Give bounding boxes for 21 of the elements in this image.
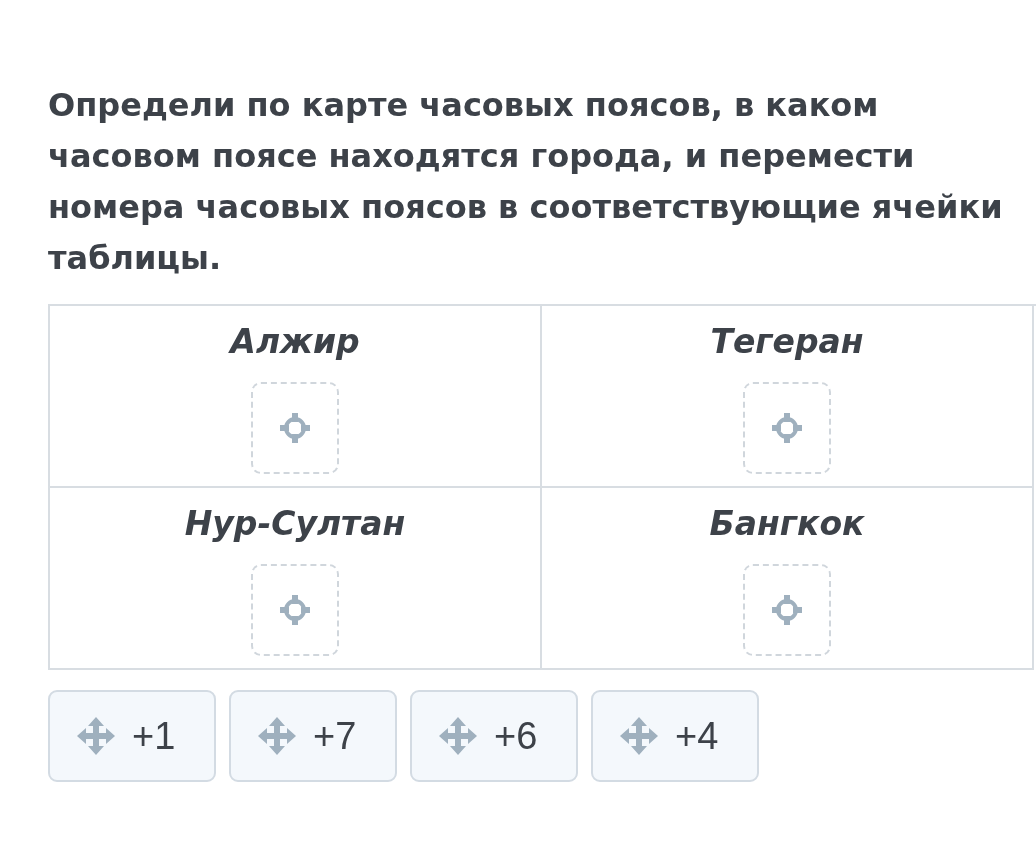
answer-chip[interactable]: +7 bbox=[229, 690, 397, 782]
move-icon bbox=[438, 716, 478, 756]
target-icon bbox=[278, 411, 312, 445]
target-icon bbox=[278, 593, 312, 627]
target-icon bbox=[770, 593, 804, 627]
drop-slot[interactable] bbox=[743, 564, 831, 656]
move-icon bbox=[619, 716, 659, 756]
drop-slot[interactable] bbox=[251, 382, 339, 474]
answer-chip[interactable]: +6 bbox=[410, 690, 578, 782]
move-icon bbox=[76, 716, 116, 756]
answer-chip[interactable]: +1 bbox=[48, 690, 216, 782]
answer-chip[interactable]: +4 bbox=[591, 690, 759, 782]
drop-slot[interactable] bbox=[251, 564, 339, 656]
city-name: Тегеран bbox=[710, 321, 864, 363]
city-name: Алжир bbox=[230, 321, 360, 363]
drop-slot[interactable] bbox=[743, 382, 831, 474]
move-icon bbox=[257, 716, 297, 756]
target-icon bbox=[770, 411, 804, 445]
question-text: Определи по карте часовых поясов, в каком часовом поясе находятся города, и перемести номера часовых поясов в соответствующие ячейки таблицы. bbox=[48, 85, 1004, 279]
city-name: Бангкок bbox=[709, 503, 865, 545]
city-name: Нур-Султан bbox=[184, 503, 406, 545]
